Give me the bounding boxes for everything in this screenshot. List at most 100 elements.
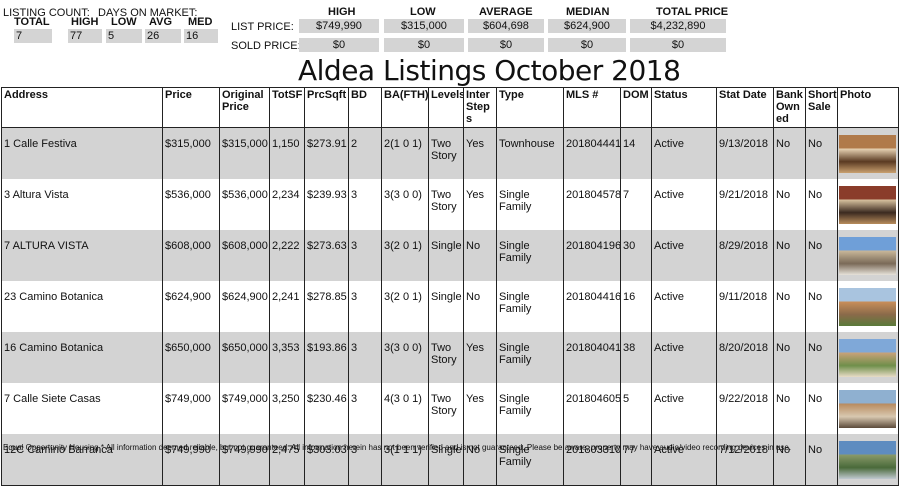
total-sqft-cell: 2,241 [269,281,305,332]
interior-photo[interactable] [839,186,896,224]
bedrooms-cell: 3 [348,434,382,486]
short-sale-cell: No [805,281,838,332]
status-cell: Active [651,383,717,434]
short-sale-cell: No [805,332,838,383]
landscape-photo[interactable] [839,441,896,479]
price-per-sqft-cell: $193.86 [304,332,349,383]
levels-cell: Single [428,281,464,332]
price-cell: $650,000 [162,332,220,383]
short-sale-cell: No [805,179,838,230]
status-cell: Active [651,332,717,383]
dom-cell: 38 [620,332,652,383]
interior-steps-cell: Yes [463,127,497,179]
exterior-photo[interactable] [839,339,896,377]
column-header: BA(FTH) [381,87,429,128]
original-price-cell: $624,900 [219,281,270,332]
type-cell: Single Family [496,434,564,486]
price-per-sqft-cell: $273.63 [304,230,349,281]
original-price-cell: $536,000 [219,179,270,230]
dom-cell: 30 [620,230,652,281]
baths-cell: 3(2 0 1) [381,281,429,332]
original-price-cell: $650,000 [219,332,270,383]
type-cell: Single Family [496,383,564,434]
sold-price-label: SOLD PRICE: [231,40,301,52]
table-row: 3 Altura Vista $536,000 $536,000 2,234 $239.… [1,179,899,230]
interior-photo[interactable] [839,135,896,173]
levels-cell: Single [428,434,464,486]
original-price-cell: $608,000 [219,230,270,281]
mls-number-cell: 201804441 [563,127,621,179]
dom-cell: 77 [620,434,652,486]
page-title: Aldea Listings October 2018 [298,54,681,87]
type-cell: Single Family [496,281,564,332]
total-sqft-cell: 3,353 [269,332,305,383]
exterior-photo[interactable] [839,390,896,428]
bedrooms-cell: 3 [348,281,382,332]
stat-header-high: HIGH [71,16,99,28]
sold-price-low: $0 [384,38,464,52]
column-header: InterSteps [463,87,497,128]
bank-owned-cell: No [773,127,806,179]
type-cell: Single Family [496,332,564,383]
baths-cell: 3(2 0 1) [381,230,429,281]
dom-cell: 16 [620,281,652,332]
address-cell: 7 ALTURA VISTA [1,230,163,281]
address-cell: 7 Calle Siete Casas [1,383,163,434]
levels-cell: Two Story [428,383,464,434]
status-cell: Active [651,127,717,179]
address-cell: 12C Camino Barranca [1,434,163,486]
stat-date-cell: 8/29/2018 [716,230,774,281]
stat-date-cell: 8/20/2018 [716,332,774,383]
price-cell: $624,900 [162,281,220,332]
total-sqft-cell: 2,234 [269,179,305,230]
column-header: Stat Date [716,87,774,128]
stat-date-cell: 9/13/2018 [716,127,774,179]
status-cell: Active [651,434,717,486]
table-row: 23 Camino Botanica $624,900 $624,900 2,241 $… [1,281,899,332]
table-row: 1 Calle Festiva $315,000 $315,000 1,150 $273… [1,127,899,179]
bank-owned-cell: No [773,230,806,281]
stat-header-avg: AVG [149,16,173,28]
list-price-average: $604,698 [468,19,544,33]
stat-low-value: 5 [106,29,142,43]
price-cell: $749,990 [162,434,220,486]
column-header: TotSF [269,87,305,128]
mls-number-cell: 201804605 [563,383,621,434]
price-header-low: LOW [410,6,436,18]
exterior-photo[interactable] [839,237,896,275]
price-header-high: HIGH [328,6,356,18]
levels-cell: Two Story [428,127,464,179]
total-sqft-cell: 2,222 [269,230,305,281]
levels-cell: Two Story [428,179,464,230]
dom-cell: 5 [620,383,652,434]
status-cell: Active [651,230,717,281]
list-price-high: $749,990 [299,19,379,33]
list-price-label: LIST PRICE: [231,21,294,33]
stat-header-med: MED [188,16,213,28]
short-sale-cell: No [805,230,838,281]
list-price-median: $624,900 [548,19,626,33]
levels-cell: Two Story [428,332,464,383]
dom-cell: 7 [620,179,652,230]
bank-owned-cell: No [773,281,806,332]
bank-owned-cell: No [773,383,806,434]
bedrooms-cell: 3 [348,230,382,281]
status-cell: Active [651,179,717,230]
photo-cell [837,383,899,434]
column-header: PrcSqft [304,87,349,128]
stat-header-low: LOW [111,16,137,28]
column-header: Bank Owned [773,87,806,128]
original-price-cell: $315,000 [219,127,270,179]
interior-steps-cell: No [463,281,497,332]
list-price-total: $4,232,890 [630,19,726,33]
table-row: 12C Camino Barranca $749,990 $749,990 2,475… [1,434,899,486]
address-cell: 1 Calle Festiva [1,127,163,179]
address-cell: 16 Camino Botanica [1,332,163,383]
exterior-photo[interactable] [839,288,896,326]
bank-owned-cell: No [773,179,806,230]
column-header: Short Sale [805,87,838,128]
baths-cell: 2(1 0 1) [381,127,429,179]
bank-owned-cell: No [773,332,806,383]
mls-number-cell: 201804196 [563,230,621,281]
photo-cell [837,127,899,179]
